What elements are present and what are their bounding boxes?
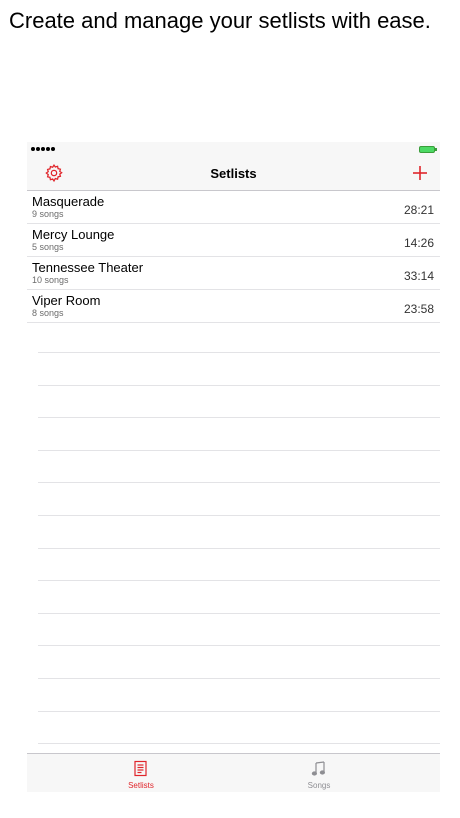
setlist-song-count: 9 songs — [32, 209, 64, 219]
status-bar — [27, 142, 440, 157]
setlist-duration: 14:26 — [403, 236, 434, 250]
phone-screen: Setlists Masquerade 9 songs 28:21 Mercy … — [27, 142, 440, 792]
setlist-song-count: 5 songs — [32, 242, 64, 252]
setlist-row-viper-room[interactable]: Viper Room 8 songs 23:58 — [27, 290, 440, 323]
battery-icon — [419, 146, 437, 153]
empty-row-separator — [38, 417, 440, 419]
page-title: Setlists — [210, 166, 257, 181]
music-note-icon — [311, 761, 325, 776]
empty-row-separator — [38, 710, 440, 712]
empty-row-separator — [38, 449, 440, 451]
empty-row-separator — [38, 645, 440, 647]
empty-row-separator — [38, 384, 440, 386]
tab-label: Songs — [307, 781, 331, 790]
empty-row-separator — [38, 678, 440, 679]
setlist-name: Tennessee Theater — [32, 260, 144, 275]
empty-row-separator — [38, 482, 440, 484]
tab-label: Setlists — [128, 781, 154, 790]
empty-row-separator — [38, 580, 440, 582]
tab-songs[interactable]: Songs — [249, 754, 389, 792]
promo-headline: Create and manage your setlists with eas… — [9, 8, 431, 33]
setlist-duration: 23:58 — [403, 302, 434, 316]
empty-row-separator — [38, 547, 440, 549]
tab-setlists[interactable]: Setlists — [71, 754, 211, 792]
empty-row-separator — [38, 515, 440, 516]
empty-row-separator — [38, 743, 440, 745]
setlist-name: Mercy Lounge — [32, 227, 115, 242]
setlist-duration: 33:14 — [403, 269, 434, 283]
setlist-row-masquerade[interactable]: Masquerade 9 songs 28:21 — [27, 191, 440, 224]
setlist-row-tennessee-theater[interactable]: Tennessee Theater 10 songs 33:14 — [27, 257, 440, 290]
setlist-song-count: 10 songs — [32, 275, 69, 285]
setlist-name: Masquerade — [32, 194, 105, 209]
empty-row-separator — [38, 352, 440, 353]
setlist-duration: 28:21 — [403, 203, 434, 217]
setlist-song-count: 8 songs — [32, 308, 64, 318]
setlist-row-mercy-lounge[interactable]: Mercy Lounge 5 songs 14:26 — [27, 224, 440, 257]
setlist-list: Masquerade 9 songs 28:21 Mercy Lounge 5 … — [27, 191, 440, 323]
signal-strength-icon — [31, 147, 55, 151]
navigation-bar: Setlists — [27, 157, 440, 191]
tab-bar: Setlists Songs — [27, 753, 440, 792]
setlist-name: Viper Room — [32, 293, 101, 308]
empty-row-separator — [38, 612, 440, 614]
add-setlist-button[interactable] — [410, 163, 430, 183]
setlist-document-icon — [134, 760, 147, 777]
